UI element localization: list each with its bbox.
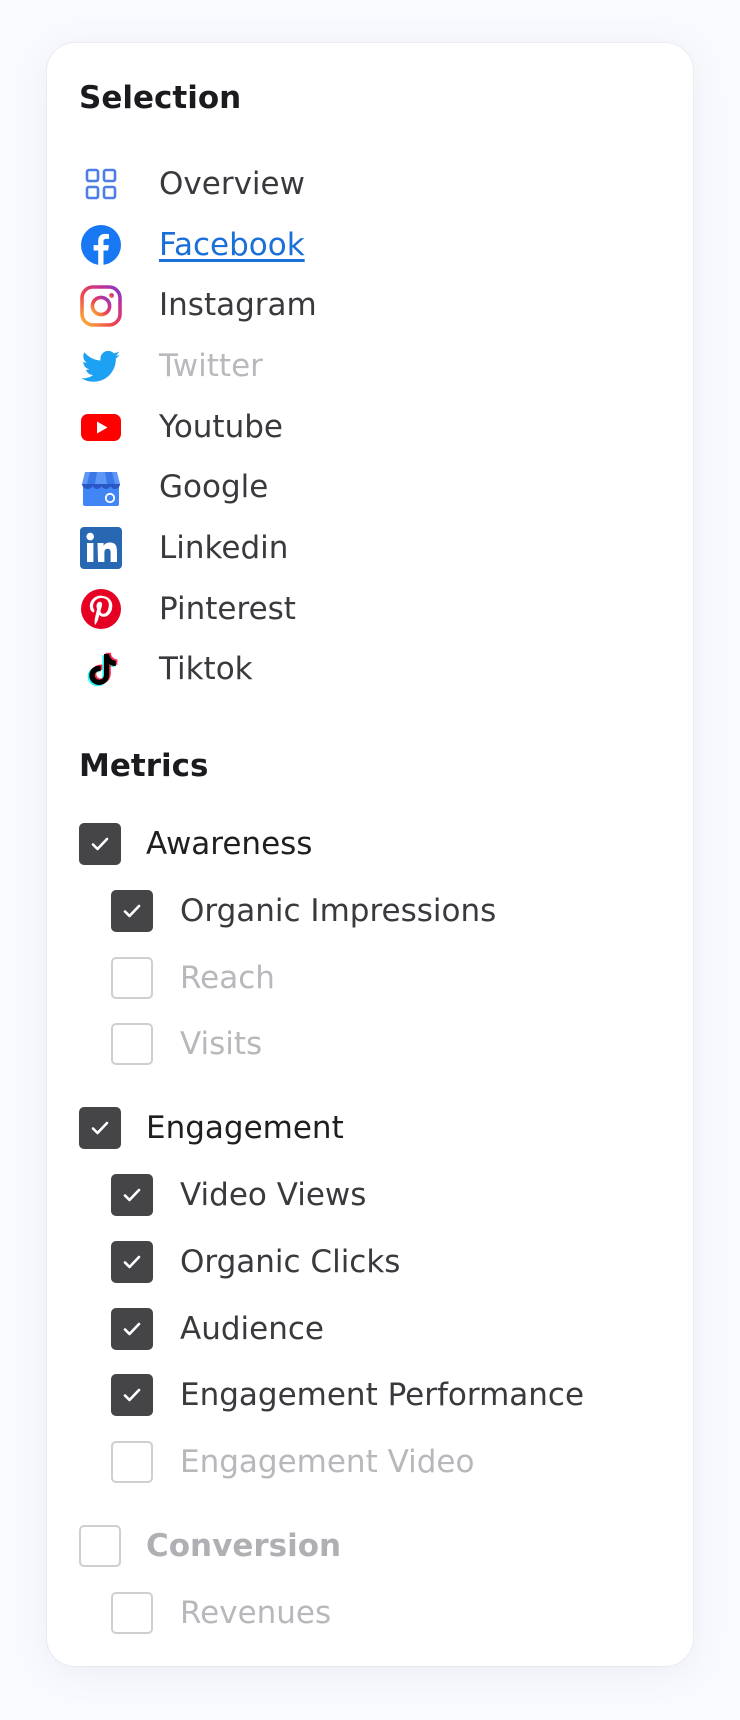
metric-item-revenues[interactable]: Revenues <box>111 1591 331 1635</box>
metric-label: Audience <box>180 1310 324 1347</box>
checkbox-checked[interactable] <box>79 823 121 865</box>
metric-label: Engagement Video <box>180 1443 475 1480</box>
checkbox-unchecked[interactable] <box>79 1525 121 1567</box>
youtube-icon <box>79 405 123 449</box>
checkbox-checked[interactable] <box>111 1308 153 1350</box>
metric-item-visits[interactable]: Visits <box>111 1022 262 1066</box>
metric-item-organic-impressions[interactable]: Organic Impressions <box>111 889 496 933</box>
checkmark-icon <box>123 1188 141 1202</box>
metric-label: Organic Impressions <box>180 892 497 929</box>
network-item-youtube[interactable]: Youtube <box>79 397 317 458</box>
checkbox-checked[interactable] <box>111 1374 153 1416</box>
metric-label: Visits <box>180 1025 263 1062</box>
metric-label: Engagement Performance <box>180 1376 585 1413</box>
checkbox-unchecked[interactable] <box>111 1023 153 1065</box>
instagram-icon <box>79 284 123 328</box>
twitter-icon <box>79 344 123 388</box>
network-label: Google <box>159 469 269 506</box>
checkmark-icon <box>91 837 109 851</box>
network-label: Facebook <box>159 226 305 263</box>
metric-group-label: Conversion <box>146 1527 342 1564</box>
linkedin-icon <box>79 526 123 570</box>
tiktok-icon <box>79 648 123 692</box>
network-label: Youtube <box>159 408 283 445</box>
network-label: Instagram <box>159 287 317 324</box>
checkbox-checked[interactable] <box>111 1241 153 1283</box>
checkmark-icon <box>123 904 141 918</box>
metric-label: Reach <box>180 959 275 996</box>
network-item-pinterest[interactable]: Pinterest <box>79 579 317 640</box>
network-item-instagram[interactable]: Instagram <box>79 275 317 336</box>
checkbox-unchecked[interactable] <box>111 1441 153 1483</box>
network-item-twitter[interactable]: Twitter <box>79 336 317 397</box>
metric-item-audience[interactable]: Audience <box>111 1307 324 1351</box>
metrics-title: Metrics <box>79 748 209 784</box>
network-label: Linkedin <box>159 529 289 566</box>
facebook-icon <box>79 223 123 267</box>
network-label: Twitter <box>159 347 263 384</box>
checkbox-checked[interactable] <box>111 1174 153 1216</box>
selection-title: Selection <box>79 80 242 116</box>
network-list: Overview Facebook Instagram Twitter Yout… <box>79 154 317 700</box>
metric-label: Organic Clicks <box>180 1243 401 1280</box>
network-item-linkedin[interactable]: Linkedin <box>79 518 317 579</box>
metric-group-label: Awareness <box>146 825 313 862</box>
network-label: Tiktok <box>159 651 253 688</box>
metric-item-engagement-video[interactable]: Engagement Video <box>111 1440 474 1484</box>
network-item-overview[interactable]: Overview <box>79 154 317 215</box>
metric-item-organic-clicks[interactable]: Organic Clicks <box>111 1240 400 1284</box>
network-label: Pinterest <box>159 590 296 627</box>
checkbox-unchecked[interactable] <box>111 957 153 999</box>
checkmark-icon <box>123 1322 141 1336</box>
google-my-business-icon <box>79 466 123 510</box>
metric-item-reach[interactable]: Reach <box>111 956 275 1000</box>
network-label: Overview <box>159 165 305 202</box>
checkmark-icon <box>123 1388 141 1402</box>
grid-icon <box>79 162 123 206</box>
metric-group-label: Engagement <box>146 1109 344 1146</box>
checkbox-unchecked[interactable] <box>111 1592 153 1634</box>
checkbox-checked[interactable] <box>111 890 153 932</box>
checkmark-icon <box>123 1255 141 1269</box>
network-item-tiktok[interactable]: Tiktok <box>79 640 317 701</box>
metric-item-engagement-performance[interactable]: Engagement Performance <box>111 1373 584 1417</box>
metric-group-engagement[interactable]: Engagement <box>79 1106 344 1150</box>
checkmark-icon <box>91 1121 109 1135</box>
metric-group-awareness[interactable]: Awareness <box>79 822 312 866</box>
network-item-google[interactable]: Google <box>79 457 317 518</box>
network-item-facebook[interactable]: Facebook <box>79 215 317 276</box>
metric-label: Revenues <box>180 1594 332 1631</box>
metric-group-conversion[interactable]: Conversion <box>79 1524 341 1568</box>
checkbox-checked[interactable] <box>79 1107 121 1149</box>
metric-item-video-views[interactable]: Video Views <box>111 1173 366 1217</box>
pinterest-icon <box>79 587 123 631</box>
metric-label: Video Views <box>180 1176 367 1213</box>
